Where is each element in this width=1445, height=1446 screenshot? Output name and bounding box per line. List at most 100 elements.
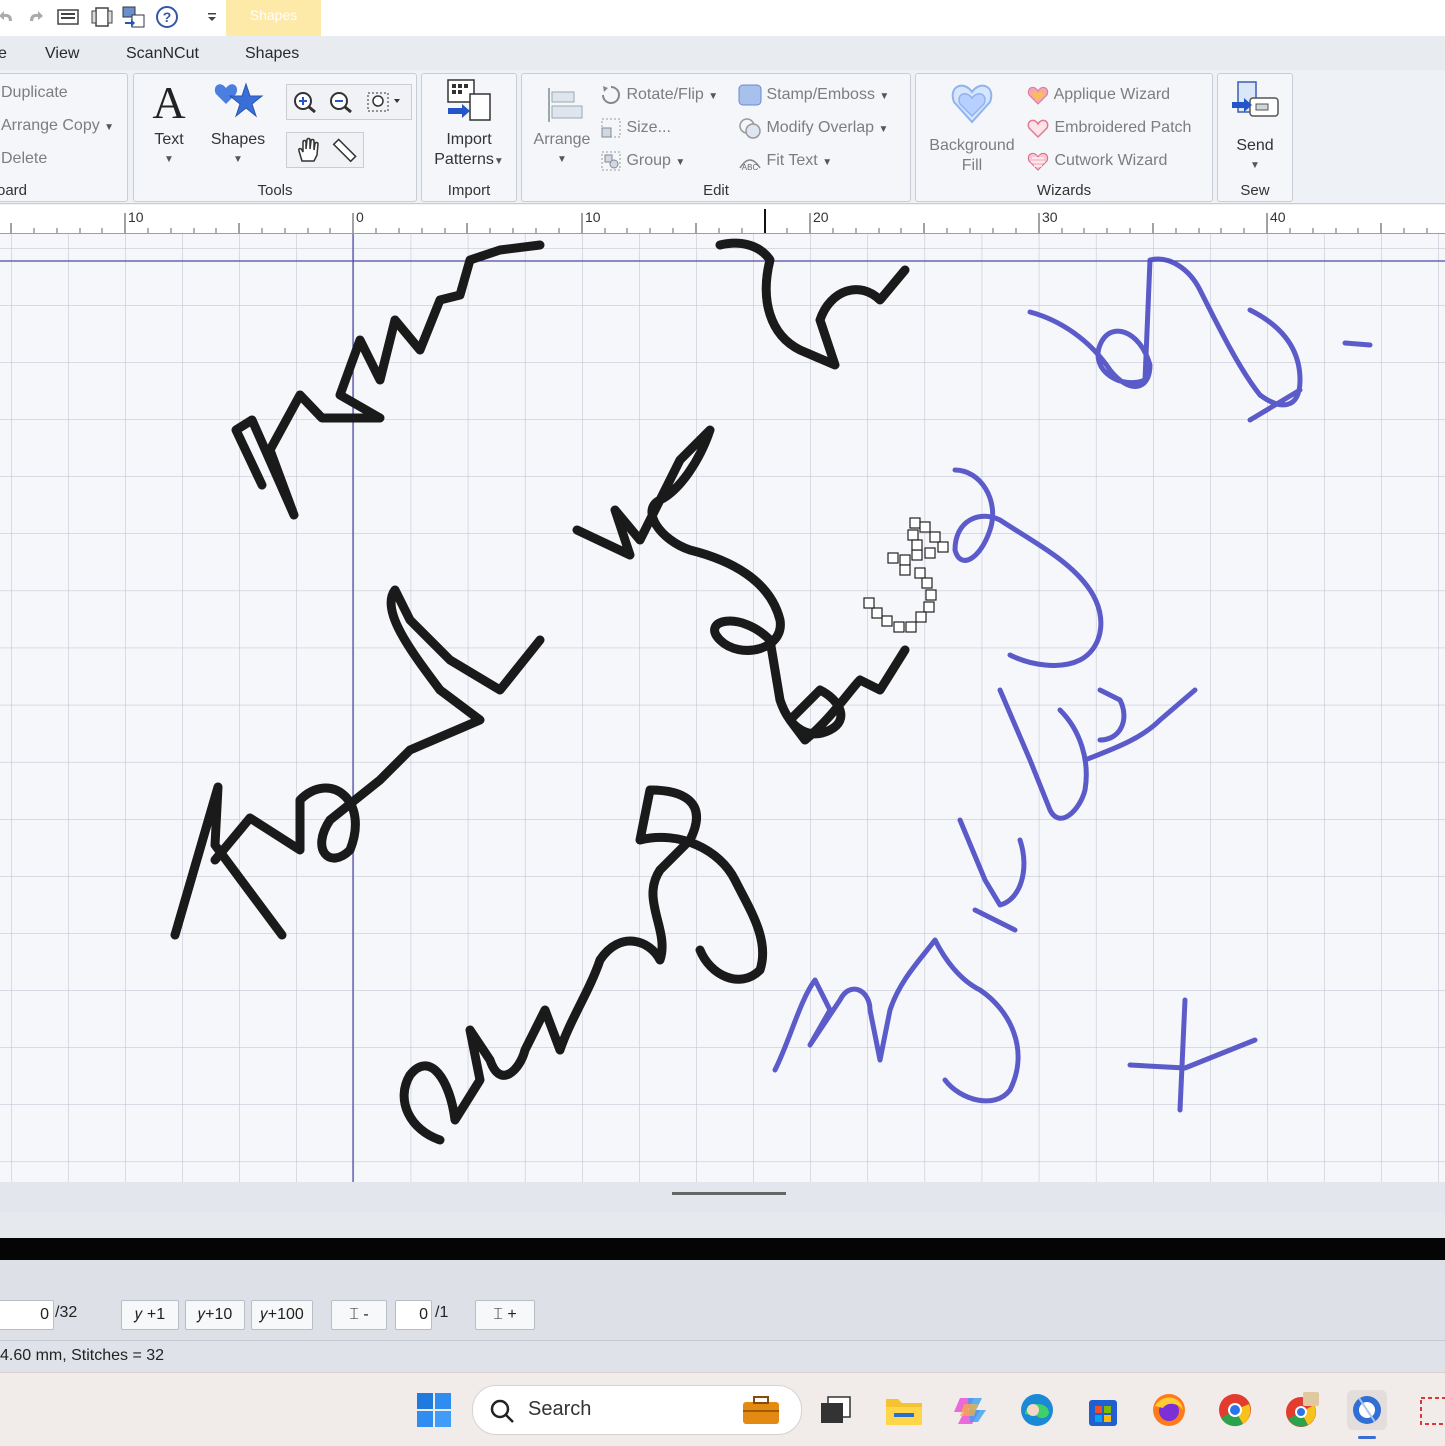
group-tools: A Text ▼ Shapes ▼ Tools — [133, 73, 417, 202]
canvas-drawing — [0, 234, 1445, 1182]
zoom-out-icon[interactable] — [329, 91, 353, 113]
send-label: Send — [1236, 137, 1274, 154]
group-label-sew: Sew — [1240, 182, 1270, 199]
embroidery-app-icon[interactable] — [1347, 1390, 1387, 1430]
zoom-in-icon[interactable] — [293, 91, 317, 113]
shapes-icon — [214, 82, 264, 118]
search-placeholder: Search — [528, 1398, 592, 1420]
copilot-icon[interactable] — [950, 1390, 990, 1430]
rotate-flip-button[interactable]: Rotate/Flip ▼ — [600, 84, 718, 106]
search-icon — [490, 1399, 514, 1423]
send-icon — [1232, 81, 1279, 117]
fit-text-button[interactable]: ABC Fit Text ▼ — [738, 150, 832, 172]
status-bar: 4.60 mm, Stitches = 32 — [0, 1340, 1445, 1373]
import-patterns-button[interactable]: Import Patterns▼ — [426, 78, 512, 172]
group-label-tools: Tools — [257, 182, 293, 199]
edge-browser-icon[interactable] — [1017, 1390, 1057, 1430]
rotate-icon — [602, 86, 620, 104]
firefox-icon[interactable] — [1149, 1390, 1189, 1430]
stitch-plus-1-button[interactable]: 𝑦 +1 — [121, 1300, 179, 1330]
pan-hand-icon[interactable] — [295, 137, 321, 163]
color-total: /1 — [435, 1304, 449, 1321]
chrome-profile-icon[interactable] — [1281, 1390, 1321, 1430]
shapes-tool-button[interactable]: Shapes ▼ — [208, 78, 268, 170]
splitter-grip[interactable] — [672, 1192, 786, 1195]
plus10-label: +10 — [205, 1306, 233, 1323]
group-label-import: Import — [447, 182, 491, 199]
stitch-position-input[interactable]: 0 — [0, 1300, 54, 1330]
size-button[interactable]: Size... — [600, 117, 671, 139]
fit-text-label: Fit Text — [766, 152, 818, 170]
chrome-icon[interactable] — [1215, 1390, 1255, 1430]
group-button[interactable]: Group ▼ — [600, 150, 685, 172]
arrange-copy-label: Arrange Copy — [1, 117, 100, 134]
cutwork-heart-icon — [1027, 152, 1049, 171]
stamp-emboss-button[interactable]: Stamp/Emboss ▼ — [738, 84, 889, 106]
tab-scanncut[interactable]: ScanNCut — [126, 45, 199, 63]
zoom-fit-icon[interactable] — [367, 91, 403, 113]
chevron-down-icon: ▼ — [164, 154, 174, 165]
task-view-icon[interactable] — [815, 1390, 855, 1430]
ruler-label: 10 — [585, 209, 601, 225]
delete-button[interactable]: Delete — [1, 150, 47, 168]
tab-partial[interactable]: e — [0, 45, 7, 63]
color-minus-button[interactable]: ⌶ - — [331, 1300, 387, 1330]
ruler-label: 40 — [1270, 209, 1286, 225]
measure-icon[interactable] — [331, 137, 357, 163]
group-label-edit: Edit — [703, 182, 729, 199]
text-tool-button[interactable]: A Text ▼ — [144, 77, 194, 170]
send-button[interactable]: Send ▼ — [1222, 78, 1288, 176]
help-icon[interactable]: ? — [153, 4, 181, 30]
group-icon — [601, 151, 621, 171]
svg-text:A: A — [152, 78, 185, 124]
zoom-toolbar — [286, 84, 412, 120]
chevron-down-icon: ▼ — [879, 91, 890, 103]
page-icon[interactable] — [88, 4, 116, 30]
duplicate-button[interactable]: Duplicate — [1, 84, 68, 102]
view-icon[interactable] — [54, 4, 82, 30]
cutwork-wizard-button[interactable]: Cutwork Wizard — [1026, 150, 1167, 172]
chevron-down-icon: ▼ — [233, 154, 243, 165]
stitch-position-value: 0 — [40, 1306, 49, 1323]
tab-shapes[interactable]: Shapes — [245, 45, 299, 63]
arrange-button[interactable]: Arrange ▼ — [526, 84, 598, 170]
stitch-plus-100-button[interactable]: 𝑦+100 — [251, 1300, 313, 1330]
undo-icon[interactable] — [0, 4, 22, 30]
ribbon-tabs: e View ScanNCut Shapes — [0, 36, 1445, 71]
customize-qat-icon[interactable] — [198, 4, 226, 30]
microsoft-store-icon[interactable] — [1083, 1390, 1123, 1430]
ruler-ticks — [10, 209, 1428, 233]
start-icon[interactable] — [414, 1390, 454, 1430]
chevron-down-icon: ▼ — [708, 91, 719, 103]
stamp-icon — [738, 84, 762, 106]
stitch-plus-10-button[interactable]: 𝑦+10 — [185, 1300, 245, 1330]
snipping-tool-icon[interactable] — [1413, 1390, 1445, 1430]
chevron-down-icon: ▼ — [675, 157, 686, 169]
background-fill-button[interactable]: Background Fill — [920, 78, 1024, 176]
file-explorer-icon[interactable] — [884, 1390, 924, 1430]
group-import: Import Patterns▼ Import — [421, 73, 517, 202]
splitter-bar[interactable] — [0, 1182, 1445, 1212]
lower-panel — [0, 1212, 1445, 1238]
arrange-copy-button[interactable]: Arrange Copy ▼ — [1, 117, 114, 135]
horizontal-ruler: 10 0 10 20 30 40 — [0, 205, 1445, 234]
chevron-down-icon: ▼ — [493, 156, 504, 167]
design-canvas[interactable] — [0, 234, 1445, 1183]
transfer-icon[interactable] — [120, 4, 148, 30]
context-tab-shapes[interactable]: Shapes — [226, 0, 321, 36]
ruler-label: 10 — [128, 209, 144, 225]
shapes-tool-label: Shapes — [210, 131, 266, 148]
stitch-total: /32 — [55, 1304, 78, 1321]
modify-overlap-label: Modify Overlap — [766, 119, 875, 137]
thread-spool-icon: ⌶ — [493, 1306, 503, 1323]
modify-overlap-button[interactable]: Modify Overlap ▼ — [738, 117, 888, 139]
color-position-input[interactable]: 0 — [395, 1300, 432, 1330]
embroidered-patch-button[interactable]: Embroidered Patch — [1026, 117, 1191, 139]
color-plus-button[interactable]: ⌶ + — [475, 1300, 535, 1330]
redo-icon[interactable] — [20, 4, 48, 30]
background-fill-label-1: Background — [929, 137, 1015, 154]
applique-wizard-button[interactable]: Applique Wizard — [1026, 84, 1170, 106]
taskbar-search[interactable]: Search — [472, 1385, 802, 1435]
arrange-label: Arrange — [533, 131, 591, 148]
tab-view[interactable]: View — [45, 45, 79, 63]
